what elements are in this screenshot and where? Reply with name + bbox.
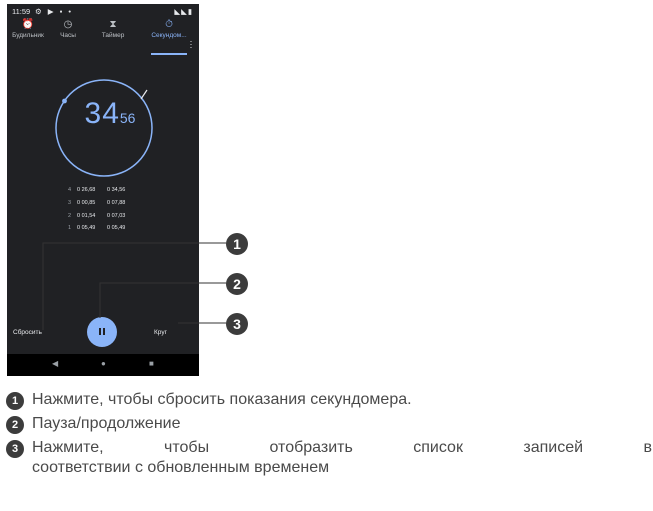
legend-item: 3 Нажмите, чтобы отобразить список запис… — [6, 438, 652, 478]
legend-item: 2 Пауза/продолжение — [6, 414, 652, 434]
legend-number: 3 — [6, 440, 24, 458]
legend-text-line-1: Нажмите, чтобы отобразить список записей… — [32, 439, 652, 456]
legend-item: 1 Нажмите, чтобы сбросить показания секу… — [6, 390, 652, 410]
legend-text: Нажмите, чтобы сбросить показания секунд… — [32, 391, 412, 408]
legend-text-line-2: соответствии с обновленным временем — [32, 459, 330, 476]
callout-2: 2 — [226, 273, 248, 295]
legend-text: Пауза/продолжение — [32, 415, 181, 432]
callout-1: 1 — [226, 233, 248, 255]
legend: 1 Нажмите, чтобы сбросить показания секу… — [6, 390, 652, 482]
legend-number: 1 — [6, 392, 24, 410]
legend-number: 2 — [6, 416, 24, 434]
callout-3: 3 — [226, 313, 248, 335]
